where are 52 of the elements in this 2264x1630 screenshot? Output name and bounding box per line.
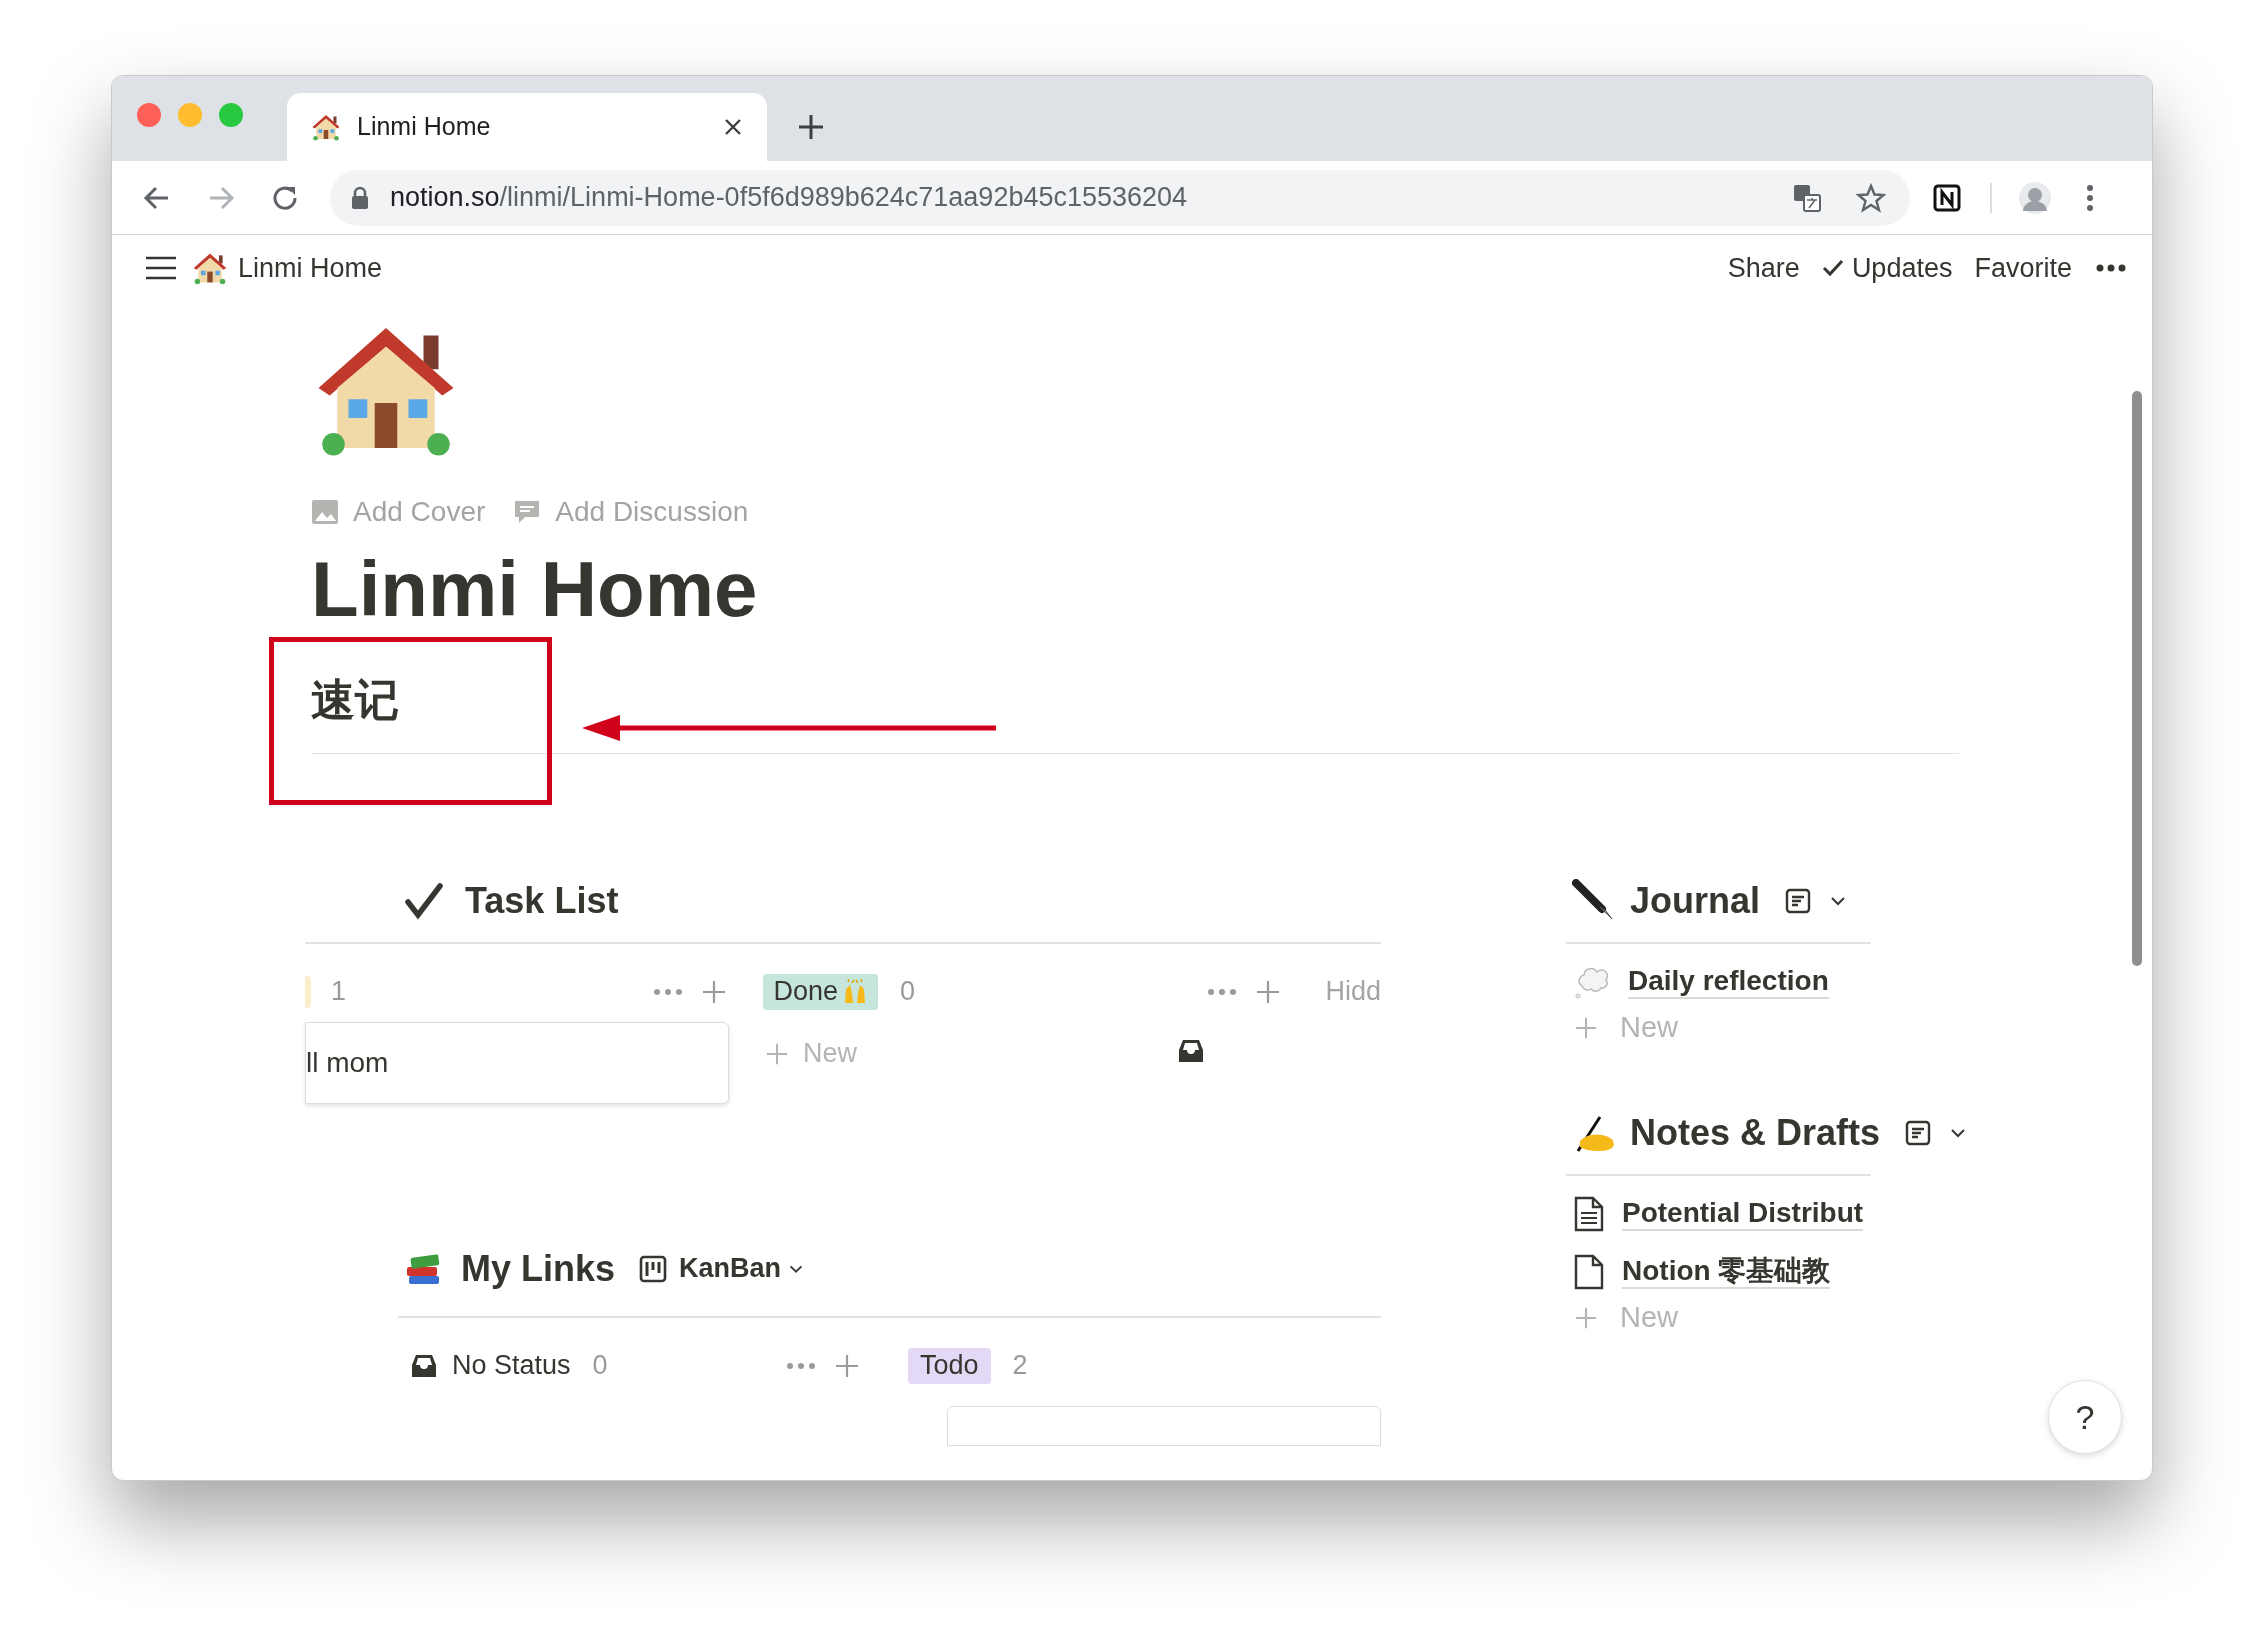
translate-icon[interactable] (1792, 182, 1822, 213)
board-title: Task List (465, 878, 619, 923)
more-icon[interactable] (2096, 263, 2126, 273)
browser-tab[interactable]: Linmi Home (287, 93, 767, 161)
checkmark-icon (405, 881, 443, 920)
page-title: Linmi Home (311, 544, 759, 635)
inbox-icon (1177, 1037, 1205, 1064)
breadcrumb-link[interactable]: Linmi Home (238, 247, 383, 289)
new-tab-icon[interactable] (797, 113, 825, 141)
extension-icon[interactable] (1932, 182, 1962, 213)
group-label: No Status (452, 1349, 571, 1383)
address-bar[interactable]: notion.so/linmi/Linmi-Home-0f5f6d989b624c71aa92b45c15536204 (330, 169, 1910, 226)
topbar-action-link[interactable]: Favorite (1974, 247, 2072, 289)
star-icon[interactable] (1856, 182, 1886, 213)
profile-avatar-icon[interactable] (2018, 180, 2052, 215)
document-icon (1574, 1195, 1604, 1232)
group-tag: Done (763, 973, 878, 1010)
comment-icon (513, 499, 542, 525)
page-link[interactable]: Daily reflection (1628, 963, 1829, 1000)
plus-icon[interactable] (701, 978, 728, 1005)
view-selector[interactable]: KanBan (679, 1248, 782, 1289)
page-link[interactable]: Notion 零基础教 (1622, 1253, 1831, 1290)
blank-page-icon (1574, 1253, 1604, 1290)
topbar-action-link[interactable]: Updates (1851, 247, 1953, 289)
url-text: notion.so/linmi/Linmi-Home-0f5f6d989b624c71aa92b45c15536204 (390, 181, 1189, 215)
group-count: 0 (899, 975, 915, 1009)
section-title: Notes & Drafts (1630, 1110, 1881, 1155)
page-link[interactable]: Potential Distribut (1622, 1195, 1864, 1232)
inbox-icon (410, 1352, 438, 1379)
section-heading: 速记 (311, 674, 399, 724)
group-count: 0 (592, 1349, 608, 1383)
plus-icon[interactable] (834, 1352, 860, 1379)
checkmark-icon (1821, 258, 1844, 278)
topbar-action-link[interactable]: Share (1727, 247, 1800, 289)
group-tag: Todo (908, 1347, 991, 1384)
list-view-icon[interactable] (1904, 1118, 1933, 1147)
group-count: 2 (1012, 1349, 1028, 1383)
close-icon[interactable] (723, 117, 743, 137)
menu-icon[interactable] (144, 255, 178, 281)
board-title: My Links (461, 1246, 616, 1291)
section-title: Journal (1630, 878, 1761, 923)
browser-menu-icon[interactable] (2086, 183, 2094, 212)
favicon-icon (311, 112, 341, 142)
list-view-icon[interactable] (1784, 886, 1813, 915)
task-card[interactable]: ll mom (305, 1021, 729, 1104)
group-count: 1 (331, 975, 347, 1009)
image-icon (311, 499, 339, 525)
plus-icon[interactable] (1255, 978, 1282, 1005)
help-button[interactable]: ? (2048, 1380, 2122, 1454)
hidden-groups-label: Hidd (1325, 975, 1381, 1009)
lock-icon (350, 185, 370, 210)
kanban-icon[interactable] (639, 1254, 668, 1283)
